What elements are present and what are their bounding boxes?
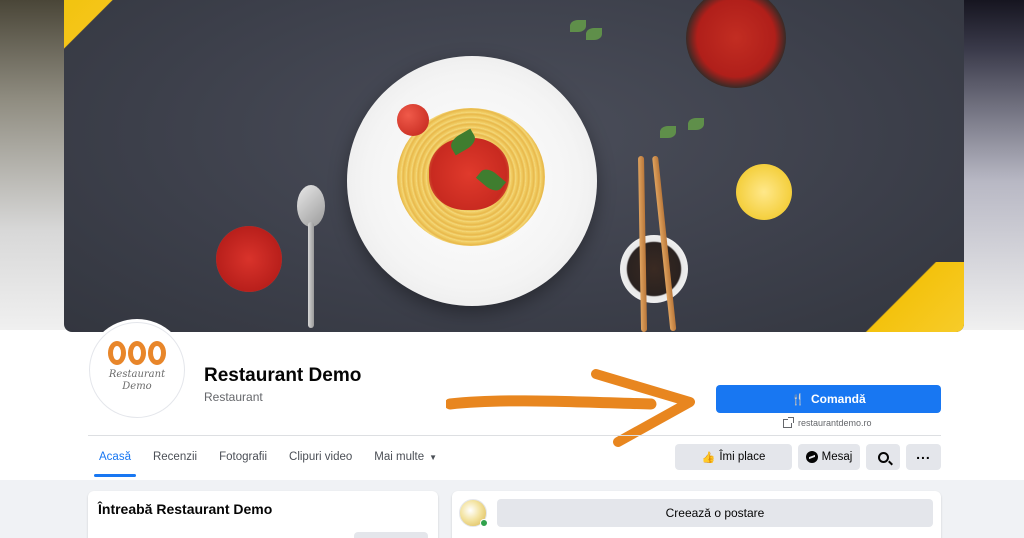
tab-acasa[interactable]: Acasă: [88, 437, 142, 477]
order-button[interactable]: 🍴 Comandă: [716, 385, 941, 413]
cover-yellow-swoosh: [64, 0, 124, 60]
messenger-icon: [805, 451, 818, 463]
caret-down-icon: ▼: [429, 452, 438, 462]
spoon-handle-image: [308, 222, 314, 328]
lemon-image: [736, 164, 792, 220]
chili-bowl-image: [686, 0, 786, 88]
spoon-image: [297, 185, 325, 227]
basil-leaf-image: [660, 126, 676, 138]
basil-leaf-image: [570, 20, 586, 32]
header-divider: [88, 435, 941, 436]
tab-label: Recenzii: [152, 451, 198, 463]
annotation-arrow-icon: [446, 369, 695, 447]
website-link-label: restaurantdemo.ro: [798, 418, 872, 428]
order-button-label: Comandă: [811, 392, 866, 406]
tab-label: Acasă: [99, 451, 131, 463]
logo-text-line1: Restaurant: [108, 369, 166, 380]
ask-card: Întreabă Restaurant Demo: [88, 491, 438, 538]
tab-label: Clipuri video: [289, 451, 353, 463]
ketchup-bowl-image: [216, 226, 282, 292]
restaurant-logo-icon: [108, 341, 166, 365]
ask-card-placeholder: [354, 532, 428, 538]
tab-recenzii[interactable]: Recenzii: [142, 437, 208, 477]
basil-leaf-image: [586, 28, 602, 40]
ask-card-title: Întreabă Restaurant Demo: [98, 501, 273, 517]
tab-label: Mai multe: [374, 451, 425, 463]
cherry-tomato-image: [397, 104, 429, 136]
search-icon: [877, 451, 889, 463]
tab-fotografii[interactable]: Fotografii: [208, 437, 278, 477]
tab-label: Fotografii: [219, 451, 268, 463]
more-button[interactable]: ...: [906, 444, 941, 470]
message-button[interactable]: Mesaj: [798, 444, 860, 470]
basil-leaf-image: [688, 118, 704, 130]
page-category[interactable]: Restaurant: [204, 390, 263, 404]
backdrop-right: [954, 0, 1024, 330]
more-dots-icon: ...: [916, 446, 931, 462]
tab-mai-multe[interactable]: Mai multe ▼: [363, 437, 448, 477]
profile-avatar[interactable]: Restaurant Demo: [89, 322, 185, 418]
cover-photo[interactable]: [64, 0, 964, 332]
like-button-label: Îmi place: [719, 451, 766, 463]
external-link-icon: [783, 416, 794, 428]
tab-clipuri-video[interactable]: Clipuri video: [278, 437, 363, 477]
create-post-button[interactable]: Creează o postare: [497, 499, 933, 527]
utensils-icon: 🍴: [791, 393, 805, 406]
logo-text: Restaurant Demo: [109, 369, 165, 393]
message-button-label: Mesaj: [821, 451, 853, 463]
page-title[interactable]: Restaurant Demo: [204, 365, 361, 387]
cover-yellow-swoosh: [854, 262, 964, 332]
composer-card: Creează o postare: [452, 491, 941, 538]
sauce-bowl-image: [620, 235, 688, 303]
search-button[interactable]: [866, 444, 900, 470]
logo-text-line2: Demo: [122, 381, 152, 392]
like-button[interactable]: 👍 Îmi place: [675, 444, 792, 470]
page-tabs: Acasă Recenzii Fotografii Clipuri video …: [88, 437, 448, 477]
online-status-icon: [480, 519, 488, 527]
website-link[interactable]: restaurantdemo.ro: [783, 416, 872, 428]
thumbs-up-icon: 👍: [701, 451, 716, 464]
